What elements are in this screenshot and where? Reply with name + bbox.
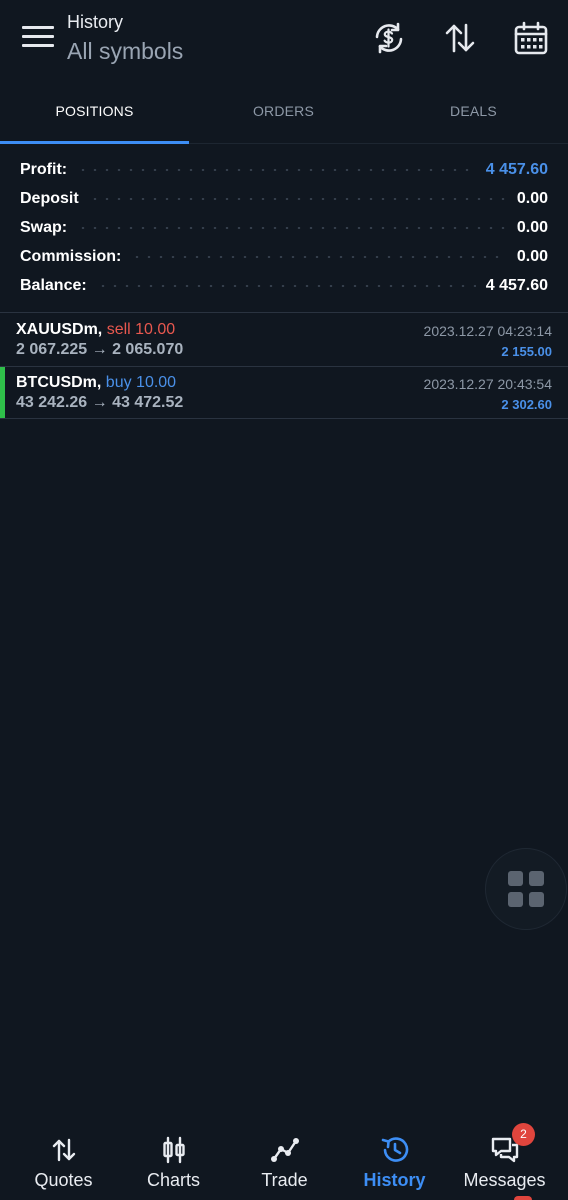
nav-history-label: History	[363, 1170, 426, 1190]
nav-messages[interactable]: Messages	[448, 1120, 561, 1200]
commission-value: 0.00	[516, 247, 548, 265]
nav-history[interactable]: History	[338, 1120, 451, 1200]
deal-title: XAUUSDm, sell 10.00	[16, 321, 175, 339]
nav-messages-label: Messages	[463, 1170, 546, 1190]
dotted-leader	[96, 284, 476, 287]
summary-row-swap: Swap: 0.00	[0, 213, 568, 242]
symbol-filter[interactable]: All symbols	[67, 38, 183, 65]
tab-positions[interactable]: POSITIONS	[0, 90, 189, 144]
swap-label: Swap:	[20, 218, 68, 236]
commission-label: Commission:	[20, 247, 122, 265]
dotted-leader	[131, 255, 507, 258]
divider	[0, 312, 568, 313]
deal-time: 2023.12.27 04:23:14	[423, 323, 552, 339]
tab-deals[interactable]: DEALS	[379, 90, 568, 144]
app-header: History All symbols	[0, 0, 568, 90]
profit-label: Profit:	[20, 160, 68, 178]
nav-trade[interactable]: Trade	[228, 1120, 341, 1200]
deal-side: sell 10.00	[106, 321, 176, 338]
quotes-arrows-icon	[49, 1135, 79, 1165]
dotted-leader	[77, 226, 507, 229]
history-tabs: POSITIONS ORDERS DEALS	[0, 90, 568, 144]
bottom-navigation: Quotes Charts Trade History Messages	[0, 1120, 568, 1200]
nav-trade-label: Trade	[261, 1170, 308, 1190]
nav-charts[interactable]: Charts	[117, 1120, 230, 1200]
dotted-leader	[88, 197, 507, 200]
deal-symbol: XAUUSDm,	[16, 321, 103, 338]
list-item[interactable]: XAUUSDm, sell 10.00 2 067.225 → 2 065.07…	[0, 314, 568, 366]
tab-orders[interactable]: ORDERS	[189, 90, 378, 144]
deal-title: BTCUSDm, buy 10.00	[16, 374, 176, 392]
nav-quotes[interactable]: Quotes	[7, 1120, 120, 1200]
notification-dot	[514, 1196, 532, 1200]
sort-arrows-icon[interactable]	[442, 20, 478, 56]
grid-menu-button[interactable]	[485, 848, 567, 930]
summary-row-profit: Profit: 4 457.60	[0, 155, 568, 184]
deal-time: 2023.12.27 20:43:54	[423, 376, 552, 392]
summary-row-balance: Balance: 4 457.60	[0, 271, 568, 300]
trade-line-icon	[270, 1135, 300, 1165]
deal-prices: 43 242.26 → 43 472.52	[16, 394, 184, 411]
summary-row-commission: Commission: 0.00	[0, 242, 568, 271]
messages-badge: 2	[512, 1123, 535, 1146]
swap-value: 0.00	[516, 218, 548, 236]
summary-row-deposit: Deposit 0.00	[0, 184, 568, 213]
nav-quotes-label: Quotes	[34, 1170, 93, 1190]
currency-exchange-icon[interactable]	[371, 20, 407, 56]
balance-value: 4 457.60	[485, 276, 548, 294]
deal-profit: 2 302.60	[501, 397, 552, 412]
active-tab-indicator	[0, 141, 189, 144]
balance-label: Balance:	[20, 276, 87, 294]
deal-prices: 2 067.225 → 2 065.070	[16, 341, 184, 358]
page-title: History	[67, 12, 124, 32]
account-summary: Profit: 4 457.60 Deposit 0.00 Swap: 0.00…	[0, 155, 568, 300]
candlestick-chart-icon	[159, 1135, 189, 1165]
deposit-value: 0.00	[516, 189, 548, 207]
dotted-leader	[77, 168, 476, 171]
history-clock-icon	[380, 1135, 410, 1165]
calendar-icon[interactable]	[513, 20, 549, 56]
deposit-label: Deposit	[20, 189, 79, 207]
profit-value: 4 457.60	[485, 160, 548, 178]
list-item[interactable]: BTCUSDm, buy 10.00 43 242.26 → 43 472.52…	[0, 367, 568, 419]
divider	[0, 418, 568, 419]
deal-side: buy 10.00	[105, 374, 177, 391]
nav-charts-label: Charts	[146, 1170, 200, 1190]
buy-indicator	[0, 367, 5, 419]
menu-icon[interactable]	[22, 26, 54, 52]
deal-symbol: BTCUSDm,	[16, 374, 102, 391]
deal-profit: 2 155.00	[501, 344, 552, 359]
